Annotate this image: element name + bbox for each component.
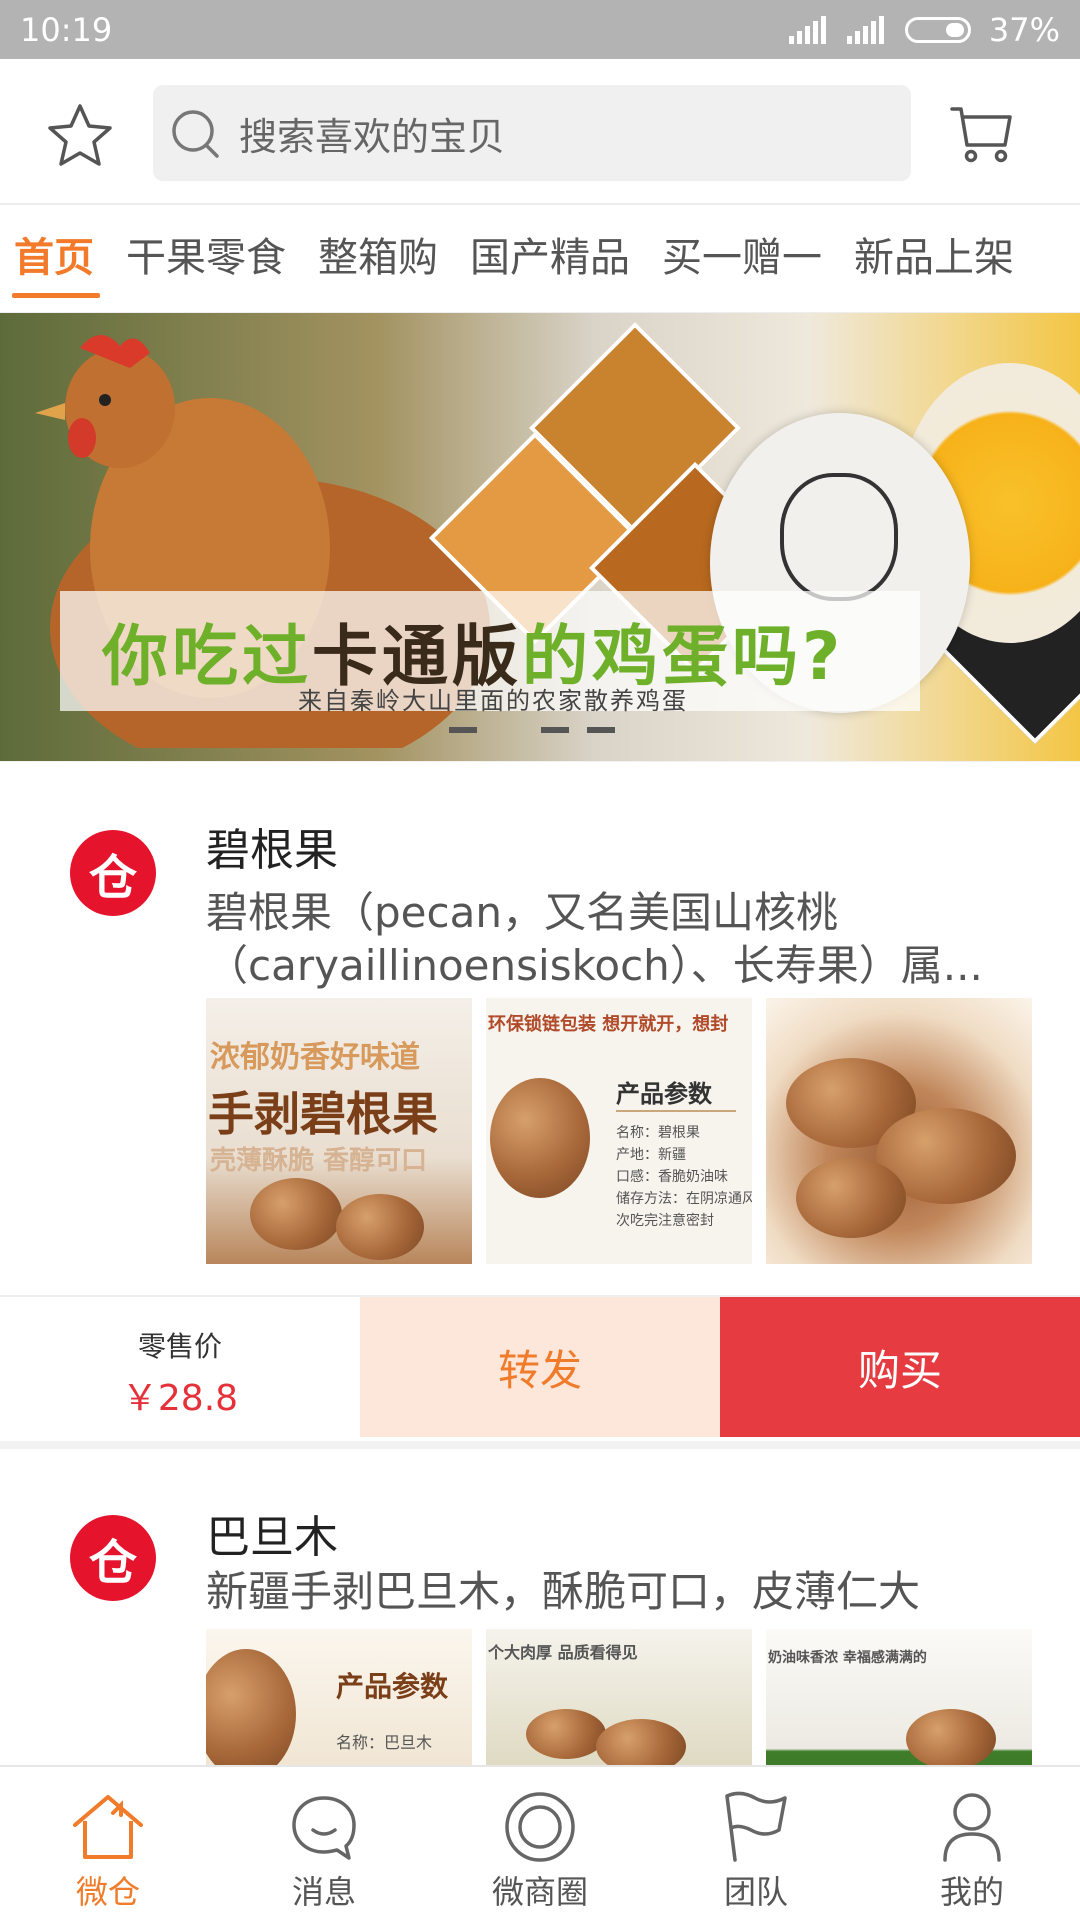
product-name: 碧根果 xyxy=(206,825,338,876)
search-input[interactable]: 搜索喜欢的宝贝 xyxy=(153,85,911,181)
category-tabs: 首页 干果零食 整箱购 国产精品 买一赠一 新品上架 xyxy=(0,205,1080,313)
status-icons: 37% xyxy=(788,10,1060,49)
buy-button[interactable]: 购买 xyxy=(720,1297,1080,1437)
circle-icon xyxy=(500,1787,580,1867)
nav-item-weicang[interactable]: 微仓 xyxy=(0,1767,216,1922)
product-image[interactable] xyxy=(766,998,1032,1264)
tab-domestic-premium[interactable]: 国产精品 xyxy=(454,205,646,312)
product-image[interactable]: 奶油味香浓 幸福感满满的 xyxy=(766,1629,1032,1769)
banner-dot[interactable] xyxy=(495,727,523,733)
banner-dot[interactable] xyxy=(541,727,569,733)
tab-whole-box[interactable]: 整箱购 xyxy=(302,205,454,312)
bottom-nav: 微仓 消息 微商圈 团队 我的 xyxy=(0,1765,1080,1922)
nav-item-circle[interactable]: 微商圈 xyxy=(432,1767,648,1922)
cart-icon xyxy=(950,107,1012,163)
tab-new-arrivals[interactable]: 新品上架 xyxy=(838,205,1030,312)
banner-page-indicator xyxy=(449,727,615,733)
promo-banner[interactable]: 你吃过卡通版的鸡蛋吗? 来自秦岭大山里面的农家散养鸡蛋 xyxy=(0,313,1080,761)
product-image[interactable]: 产品参数 名称：巴旦木 xyxy=(206,1629,472,1769)
top-bar: 搜索喜欢的宝贝 xyxy=(0,59,1080,205)
signal-icon-2 xyxy=(846,15,884,44)
store-logo: 仓 xyxy=(70,1515,156,1601)
banner-dot[interactable] xyxy=(587,727,615,733)
retail-price-value: ￥28.8 xyxy=(121,1378,239,1419)
nav-item-messages[interactable]: 消息 xyxy=(216,1767,432,1922)
product-description: 碧根果（pecan，又名美国山核桃（caryaillinoensiskoch）、… xyxy=(206,888,983,990)
battery-icon xyxy=(904,16,971,43)
product-name: 巴旦木 xyxy=(206,1512,338,1563)
retail-price-label: 零售价 xyxy=(137,1330,222,1363)
flag-icon xyxy=(716,1787,796,1867)
nav-item-mine[interactable]: 我的 xyxy=(864,1767,1080,1922)
banner-dot[interactable] xyxy=(449,727,477,733)
product-image[interactable]: 个大肉厚 品质看得见 xyxy=(486,1629,752,1769)
user-icon xyxy=(932,1787,1012,1867)
price-action-row: 零售价 ￥28.8 转发 购买 xyxy=(0,1295,1080,1437)
product-image[interactable]: 浓郁奶香好味道 手剥碧根果 壳薄酥脆 香醇可口 xyxy=(206,998,472,1264)
product-card[interactable]: 仓 巴旦木 新疆手剥巴旦木，酥脆可口，皮薄仁大 产品参数 名称：巴旦木 个大肉厚… xyxy=(0,1449,1080,1769)
banner-subtitle: 来自秦岭大山里面的农家散养鸡蛋 xyxy=(298,687,688,715)
cart-button[interactable] xyxy=(946,99,1016,169)
product-description: 新疆手剥巴旦木，酥脆可口，皮薄仁大 xyxy=(206,1567,921,1616)
product-images: 浓郁奶香好味道 手剥碧根果 壳薄酥脆 香醇可口 环保锁链包装 想开就开，想封 产… xyxy=(206,998,1032,1264)
battery-percent: 37% xyxy=(988,10,1060,49)
product-card[interactable]: 仓 碧根果 碧根果（pecan，又名美国山核桃（caryaillinoensis… xyxy=(0,762,1080,1441)
share-button[interactable]: 转发 xyxy=(360,1297,720,1437)
product-image[interactable]: 环保锁链包装 想开就开，想封 产品参数 名称：碧根果 产地：新疆 口感：香脆奶油… xyxy=(486,998,752,1264)
tab-home[interactable]: 首页 xyxy=(0,205,110,312)
status-time: 10:19 xyxy=(20,10,113,49)
status-bar: 10:19 37% xyxy=(0,0,1080,59)
signal-icon xyxy=(788,15,826,44)
tab-dried-fruit-snacks[interactable]: 干果零食 xyxy=(110,205,302,312)
nav-item-team[interactable]: 团队 xyxy=(648,1767,864,1922)
retail-price-block: 零售价 ￥28.8 xyxy=(0,1297,360,1437)
search-placeholder: 搜索喜欢的宝贝 xyxy=(239,114,506,159)
star-icon xyxy=(48,104,112,166)
product-images: 产品参数 名称：巴旦木 个大肉厚 品质看得见 奶油味香浓 幸福感满满的 xyxy=(206,1629,1032,1769)
favorite-button[interactable] xyxy=(44,99,116,171)
home-icon xyxy=(68,1787,148,1867)
chat-icon xyxy=(284,1787,364,1867)
search-icon xyxy=(169,107,221,159)
banner-headline: 你吃过卡通版的鸡蛋吗? 来自秦岭大山里面的农家散养鸡蛋 xyxy=(60,591,920,715)
store-logo: 仓 xyxy=(70,830,156,916)
tab-buy-one-get-one[interactable]: 买一赠一 xyxy=(646,205,838,312)
